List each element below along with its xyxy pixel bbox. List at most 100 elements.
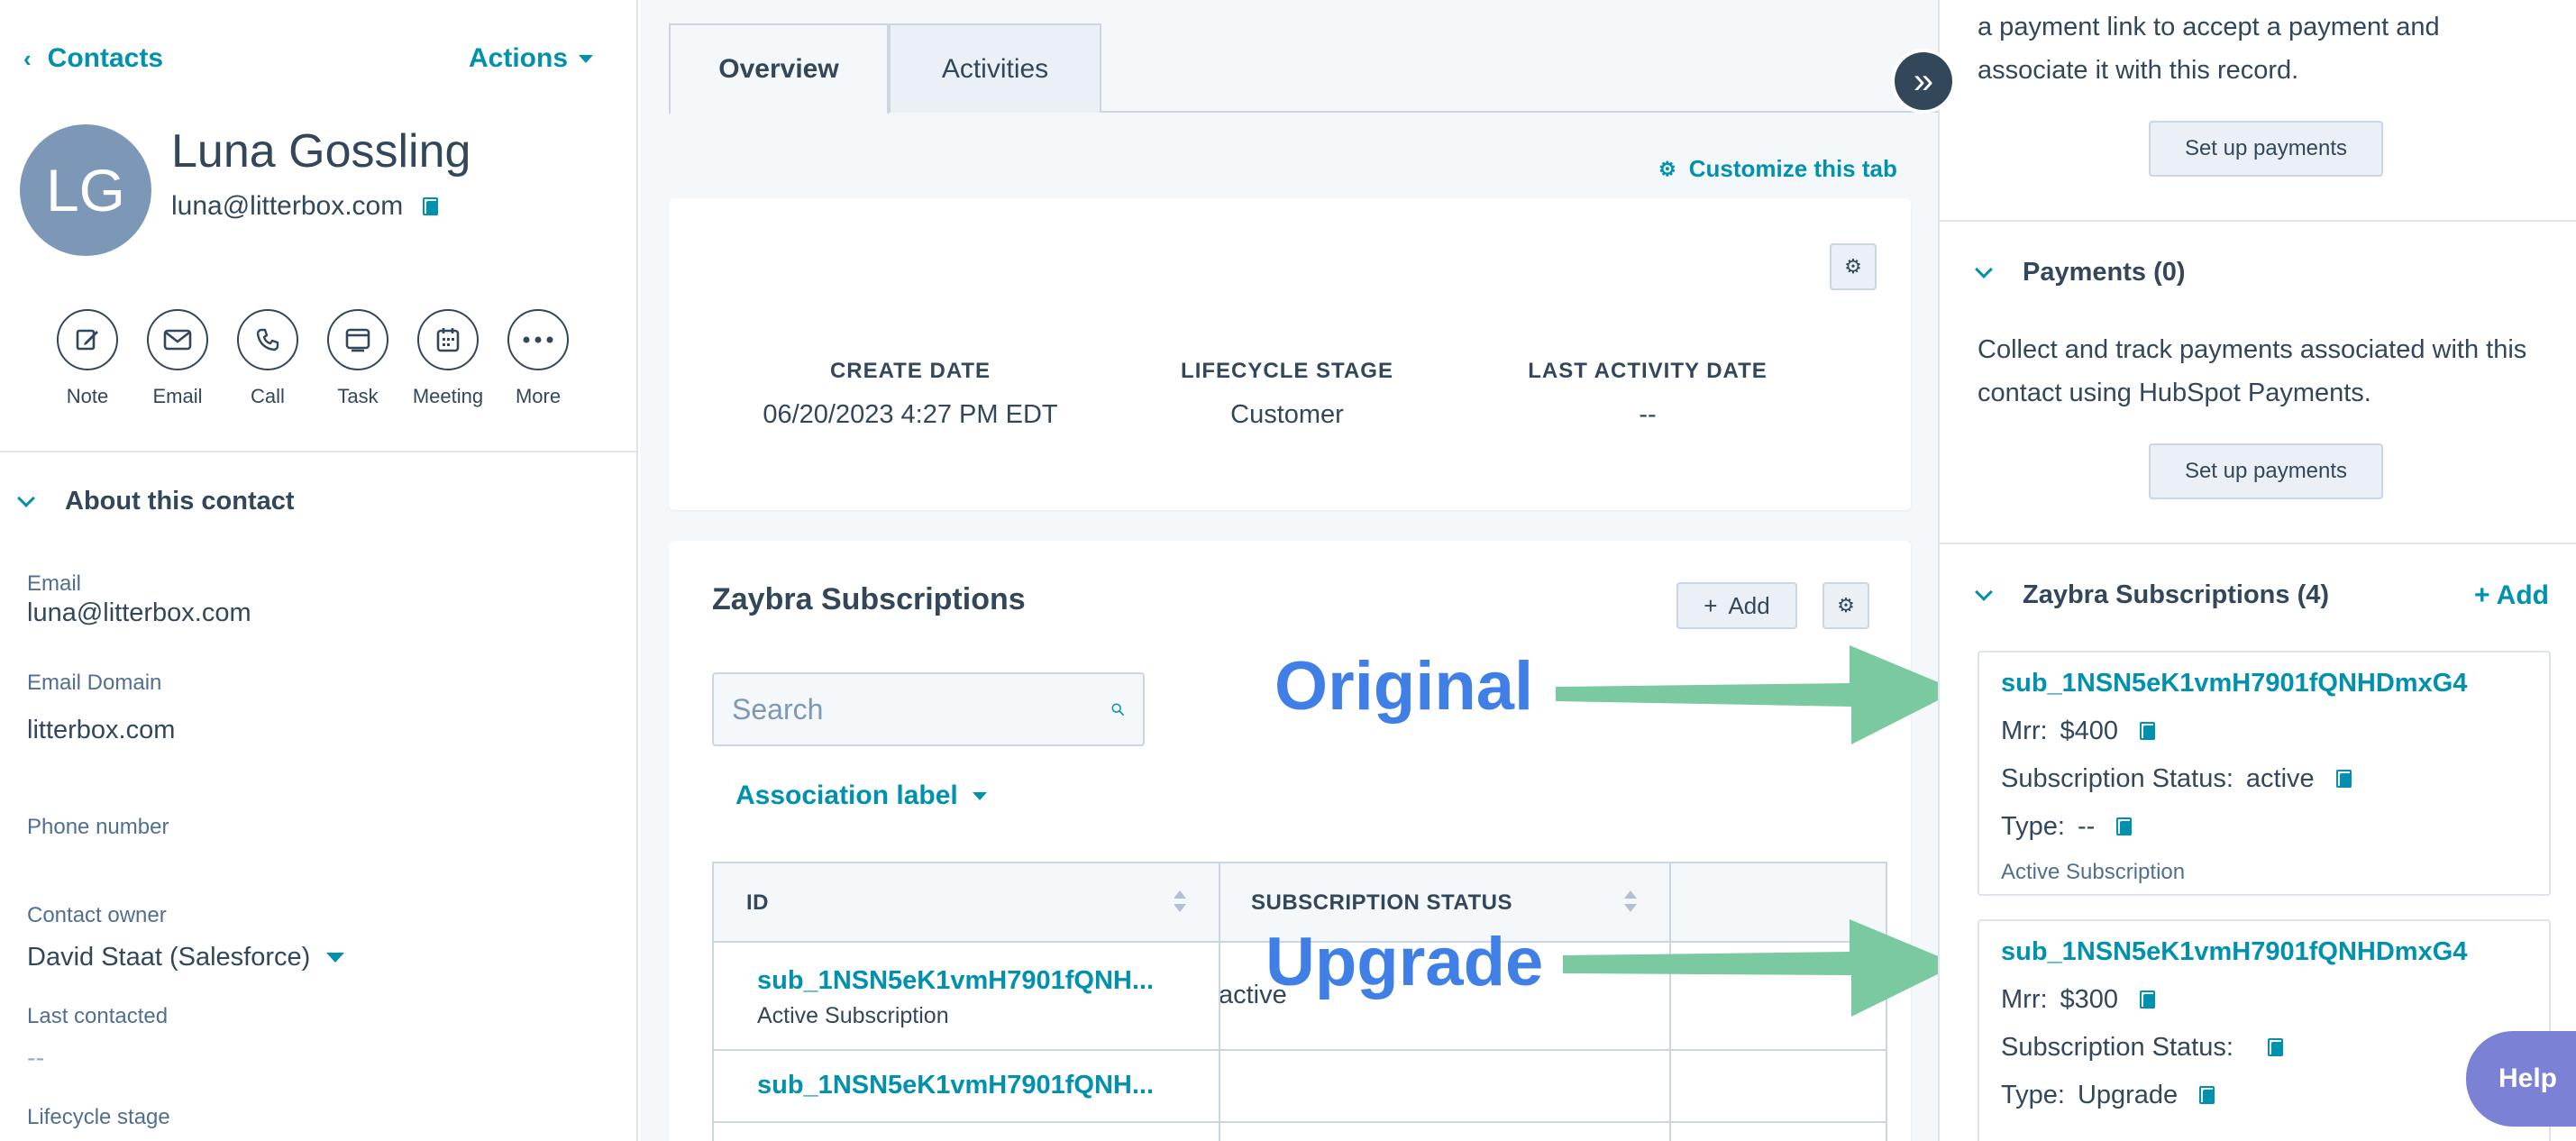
quick-actions: Note Email Call Task Meeting More (57, 309, 569, 408)
chevron-down-icon (1975, 582, 1993, 601)
subscription-card: sub_1NSN5eK1vmH7901fQNHDmxG4 Mrr: $400 S… (1978, 651, 2551, 896)
phone-icon (237, 309, 298, 370)
divider (1940, 543, 2576, 544)
type-value: -- (2077, 812, 2096, 841)
status-label: Subscription Status: (2001, 764, 2233, 793)
more-action[interactable]: More (507, 309, 569, 408)
customize-tab-link[interactable]: ⚙ Customize this tab (1658, 155, 1897, 183)
copy-icon[interactable] (2199, 1086, 2215, 1105)
note-action[interactable]: Note (57, 309, 118, 408)
mrr-row: Mrr: $300 (2001, 985, 2527, 1015)
highlights-card: ⚙ (669, 198, 1911, 510)
card-settings-button[interactable]: ⚙ (1830, 243, 1877, 290)
email-prop-label: Email (27, 571, 82, 596)
subscription-title-link[interactable]: sub_1NSN5eK1vmH7901fQNHDmxG4 (2001, 937, 2527, 967)
last-contacted-value[interactable]: -- (27, 1044, 44, 1073)
type-value: Upgrade (2077, 1081, 2179, 1109)
lifecycle-stage-header: LIFECYCLE STAGE (1181, 359, 1393, 383)
mrr-value: $300 (2060, 985, 2119, 1014)
divider (0, 451, 638, 452)
setup-payments-button-2[interactable]: Set up payments (2149, 443, 2383, 499)
last-activity-value: -- (1639, 400, 1657, 429)
gear-icon: ⚙ (1837, 594, 1855, 616)
phone-value[interactable] (27, 847, 568, 883)
contact-sidebar: ‹ Contacts Actions LG Luna Gossling luna… (0, 0, 638, 1141)
note-label: Note (66, 385, 109, 407)
search-box (712, 672, 1145, 746)
gear-icon: ⚙ (1658, 157, 1676, 180)
add-association-link[interactable]: + Add (2474, 580, 2549, 611)
email-label: Email (152, 385, 203, 407)
create-date-header: CREATE DATE (829, 359, 991, 383)
contact-owner-label: Contact owner (27, 903, 167, 927)
actions-dropdown[interactable]: Actions (469, 43, 594, 74)
subscriptions-title: Zaybra Subscriptions (712, 582, 1026, 616)
help-button[interactable]: Help (2466, 1031, 2576, 1127)
back-label: Contacts (47, 43, 164, 73)
mrr-value: $400 (2060, 717, 2119, 745)
subscription-title-link[interactable]: sub_1NSN5eK1vmH7901fQNHDmxG4 (2001, 669, 2527, 698)
plus-icon: + (1704, 591, 1718, 619)
column-divider (1669, 863, 1671, 1141)
status-row: Subscription Status: (2001, 1033, 2527, 1063)
customize-label: Customize this tab (1688, 155, 1897, 182)
calendar-icon (417, 309, 479, 370)
email-prop-value[interactable]: luna@litterbox.com (27, 598, 251, 628)
status-label: Subscription Status: (2001, 1033, 2233, 1062)
meeting-action[interactable]: Meeting (413, 309, 483, 408)
copy-icon[interactable] (423, 196, 439, 216)
search-input[interactable] (732, 692, 1110, 726)
tab-overview[interactable]: Overview (669, 23, 889, 114)
copy-icon[interactable] (2140, 990, 2156, 1009)
expand-sidebar-button[interactable]: » (1895, 52, 1952, 110)
type-label: Type: (2001, 1081, 2065, 1109)
copy-icon[interactable] (2267, 1038, 2283, 1057)
contact-owner-select[interactable]: David Staat (Salesforce) (27, 943, 345, 972)
zaybra-subscriptions-toggle[interactable]: Zaybra Subscriptions (4) (1975, 580, 2330, 610)
association-sidebar: a payment link to accept a payment and a… (1938, 0, 2576, 1141)
search-icon[interactable] (1110, 693, 1125, 726)
note-icon (57, 309, 118, 370)
column-header-id[interactable]: ID (714, 863, 1219, 943)
column-divider (1219, 863, 1220, 1141)
back-to-contacts-link[interactable]: ‹ Contacts (23, 43, 163, 74)
status-value: active (2245, 764, 2315, 793)
sort-icon (1174, 890, 1186, 912)
avatar: LG (20, 124, 151, 256)
create-date-value: 06/20/2023 4:27 PM EDT (763, 400, 1058, 429)
id-cell: sub_1NSN5eK1vmH7901fQNH... Active Subscr… (757, 966, 1154, 1029)
association-label-filter[interactable]: Association label (735, 780, 987, 811)
subscription-card: sub_1NSN5eK1vmH7901fQNHDmxG4 Mrr: $300 S… (1978, 919, 2551, 1141)
subscriptions-settings-button[interactable]: ⚙ (1822, 582, 1869, 629)
tab-activities[interactable]: Activities (889, 23, 1101, 113)
task-action[interactable]: Task (327, 309, 388, 408)
setup-payments-button[interactable]: Set up payments (2149, 121, 2383, 177)
copy-icon[interactable] (2116, 817, 2133, 836)
actions-label: Actions (469, 43, 569, 73)
copy-icon[interactable] (2335, 770, 2352, 789)
email-domain-value[interactable]: litterbox.com (27, 716, 175, 745)
last-activity-stat: LAST ACTIVITY DATE -- (1485, 359, 1810, 430)
payments-title: Payments (0) (2023, 258, 2186, 287)
payment-link-text: a payment link to accept a payment and a… (1978, 13, 2440, 85)
contact-email: luna@litterbox.com (171, 191, 404, 221)
type-row: Type: -- (2001, 812, 2527, 842)
add-label: Add (1728, 591, 1770, 619)
zaybra-subscriptions-title: Zaybra Subscriptions (4) (2023, 580, 2330, 609)
email-domain-label: Email Domain (27, 671, 162, 695)
last-activity-header: LAST ACTIVITY DATE (1528, 359, 1768, 383)
subscriptions-table: ID SUBSCRIPTION STATUS sub_1NSN5eK1vmH79… (712, 862, 1887, 1141)
payments-section-toggle[interactable]: Payments (0) (1975, 258, 2186, 288)
email-icon (147, 309, 208, 370)
add-subscription-button[interactable]: + Add (1676, 582, 1797, 629)
email-action[interactable]: Email (147, 309, 208, 408)
subscription-id-link[interactable]: sub_1NSN5eK1vmH7901fQNH... (757, 966, 1154, 996)
about-section-toggle[interactable]: About this contact (17, 487, 295, 516)
phone-label: Phone number (27, 815, 169, 839)
call-label: Call (251, 385, 285, 407)
subscription-id-link[interactable]: sub_1NSN5eK1vmH7901fQNH... (757, 1071, 1154, 1100)
chevron-down-icon (17, 488, 35, 507)
id-cell: sub_1NSN5eK1vmH7901fQNH... (757, 1071, 1154, 1100)
call-action[interactable]: Call (237, 309, 298, 408)
copy-icon[interactable] (2140, 722, 2156, 741)
